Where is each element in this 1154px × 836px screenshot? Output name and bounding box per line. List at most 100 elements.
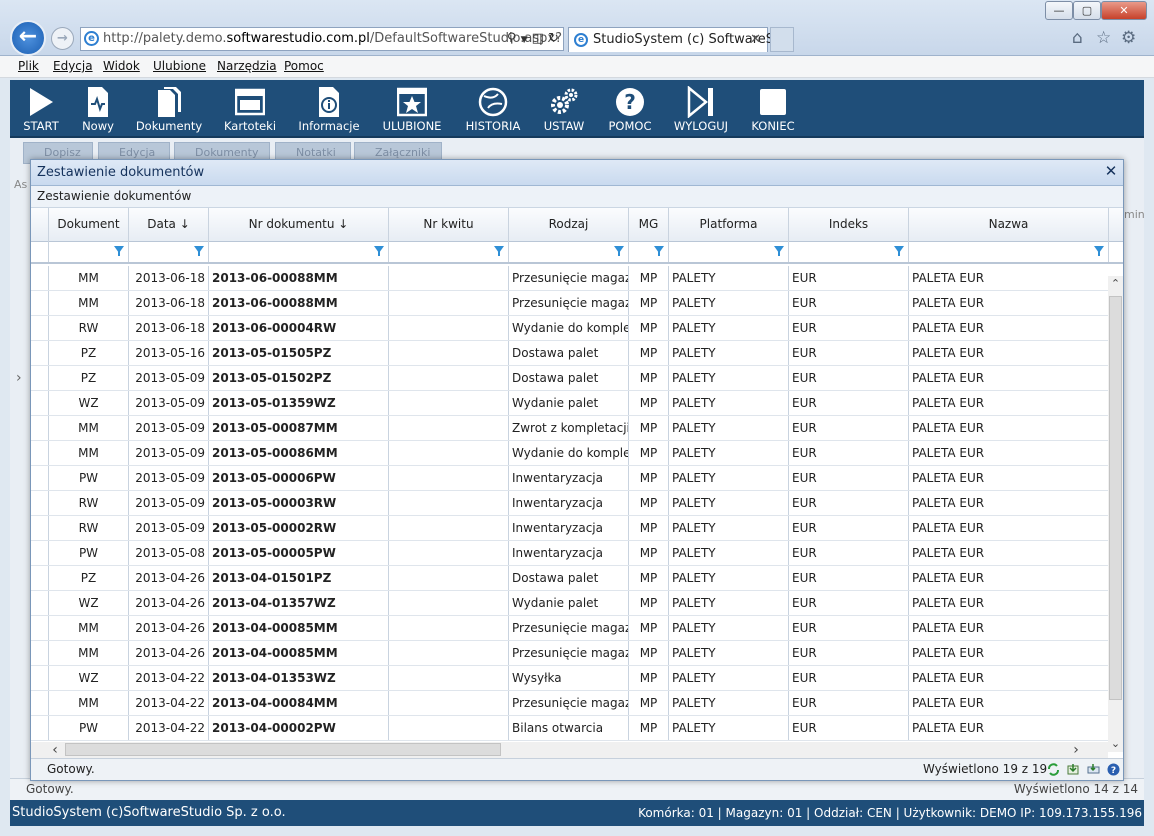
horizontal-scroll-thumb[interactable] xyxy=(65,743,501,756)
expand-arrow-icon[interactable]: › xyxy=(16,370,22,386)
table-row[interactable]: RW 2013-05-09 2013-05-00003RW Inwentaryzacj… xyxy=(31,491,1108,516)
table-row[interactable]: MM 2013-04-26 2013-04-00085MM Przesunięcie … xyxy=(31,641,1108,666)
scroll-up-icon[interactable]: ⌃ xyxy=(1108,276,1123,292)
row-indicator[interactable] xyxy=(31,716,49,740)
tab-close-icon[interactable]: ✕ xyxy=(750,28,761,52)
vertical-scrollbar[interactable]: ⌃ ⌄ xyxy=(1108,276,1123,752)
filter-cell-nazwa[interactable] xyxy=(909,242,1109,262)
table-row[interactable]: MM 2013-04-26 2013-04-00085MM Przesunięcie … xyxy=(31,616,1108,641)
minimize-button[interactable]: — xyxy=(1045,1,1073,20)
new-tab-button[interactable] xyxy=(770,27,794,52)
historia-button[interactable]: HISTORIA xyxy=(458,80,528,138)
column-header-platforma[interactable]: Platforma xyxy=(669,208,789,242)
filter-cell-nr-dokumentu[interactable] xyxy=(209,242,389,262)
filter-icon[interactable] xyxy=(374,246,384,256)
menu-edycja[interactable]: Edycja xyxy=(53,59,93,73)
table-row[interactable]: PW 2013-04-22 2013-04-00002PW Bilans otwarc… xyxy=(31,716,1108,741)
row-indicator[interactable] xyxy=(31,666,49,690)
filter-icon[interactable] xyxy=(194,246,204,256)
refresh-icon[interactable]: ↻ xyxy=(548,31,559,46)
table-row[interactable]: PZ 2013-04-26 2013-04-01501PZ Dostawa palet… xyxy=(31,566,1108,591)
scroll-right-icon[interactable]: › xyxy=(1068,742,1084,758)
table-row[interactable]: WZ 2013-05-09 2013-05-01359WZ Wydanie palet… xyxy=(31,391,1108,416)
row-indicator[interactable] xyxy=(31,566,49,590)
menu-ulubione[interactable]: Ulubione xyxy=(153,59,206,73)
home-icon[interactable]: ⌂ xyxy=(1072,28,1083,48)
column-header-data[interactable]: Data ↓ xyxy=(129,208,209,242)
filter-icon[interactable] xyxy=(894,246,904,256)
close-window-button[interactable]: ✕ xyxy=(1101,1,1147,20)
refresh-arrows-icon[interactable] xyxy=(1047,763,1060,776)
pomoc-button[interactable]: ? POMOC xyxy=(602,80,658,138)
new-button[interactable]: Nowy xyxy=(72,80,124,138)
row-indicator[interactable] xyxy=(31,516,49,540)
table-row[interactable]: MM 2013-05-09 2013-05-00086MM Wydanie do ko… xyxy=(31,441,1108,466)
table-row[interactable]: PW 2013-05-09 2013-05-00006PW Inwentaryzacj… xyxy=(31,466,1108,491)
search-icon[interactable]: ⚲ xyxy=(507,31,517,46)
menu-pomoc[interactable]: Pomoc xyxy=(284,59,324,73)
filter-icon[interactable] xyxy=(494,246,504,256)
filter-icon[interactable] xyxy=(114,246,124,256)
column-header-mg[interactable]: MG xyxy=(629,208,669,242)
address-tools[interactable]: ⚲ ▼ ◫ ↻ xyxy=(507,28,559,50)
row-indicator[interactable] xyxy=(31,441,49,465)
help-circle-icon[interactable]: ? xyxy=(1107,763,1120,776)
column-header-dokument[interactable]: Dokument xyxy=(49,208,129,242)
row-indicator[interactable] xyxy=(31,591,49,615)
column-header-nazwa[interactable]: Nazwa xyxy=(909,208,1109,242)
column-header-nr-dokumentu[interactable]: Nr dokumentu ↓ xyxy=(209,208,389,242)
row-indicator[interactable] xyxy=(31,466,49,490)
table-row[interactable]: RW 2013-05-09 2013-05-00002RW Inwentaryzacj… xyxy=(31,516,1108,541)
table-row[interactable]: WZ 2013-04-26 2013-04-01357WZ Wydanie palet… xyxy=(31,591,1108,616)
table-row[interactable]: PZ 2013-05-16 2013-05-01505PZ Dostawa palet… xyxy=(31,341,1108,366)
forward-button[interactable]: → xyxy=(51,27,74,50)
browser-tab[interactable]: e StudioSystem (c) SoftwareS... ✕ xyxy=(568,27,786,52)
row-indicator[interactable] xyxy=(31,341,49,365)
filter-cell-platforma[interactable] xyxy=(669,242,789,262)
row-indicator[interactable] xyxy=(31,416,49,440)
menu-narzedzia[interactable]: Narzędzia xyxy=(217,59,277,73)
address-bar[interactable]: e http://palety.demo.softwarestudio.com.… xyxy=(80,27,564,51)
menu-plik[interactable]: Plik xyxy=(18,59,39,73)
column-header-rodzaj[interactable]: Rodzaj xyxy=(509,208,629,242)
koniec-button[interactable]: KONIEC xyxy=(744,80,802,138)
export-icon[interactable] xyxy=(1067,763,1080,776)
row-indicator[interactable] xyxy=(31,291,49,315)
print-icon[interactable] xyxy=(1087,763,1100,776)
back-button[interactable]: ← xyxy=(10,20,46,56)
filter-icon[interactable] xyxy=(1094,246,1104,256)
filter-icon[interactable] xyxy=(774,246,784,256)
start-button[interactable]: START xyxy=(14,80,68,138)
filter-icon[interactable] xyxy=(654,246,664,256)
table-row[interactable]: PW 2013-05-08 2013-05-00005PW Inwentaryzacj… xyxy=(31,541,1108,566)
table-row[interactable]: MM 2013-05-09 2013-05-00087MM Zwrot z kompl… xyxy=(31,416,1108,441)
settings-gear-icon[interactable]: ⚙ xyxy=(1121,28,1136,48)
filter-cell-data[interactable] xyxy=(129,242,209,262)
ustaw-button[interactable]: USTAW xyxy=(536,80,592,138)
column-header-nr-kwitu[interactable]: Nr kwitu xyxy=(389,208,509,242)
maximize-button[interactable]: ▢ xyxy=(1073,1,1101,20)
filter-cell-indeks[interactable] xyxy=(789,242,909,262)
column-header-indeks[interactable]: Indeks xyxy=(789,208,909,242)
dropdown-icon[interactable]: ▼ xyxy=(521,35,528,45)
table-row[interactable]: MM 2013-06-18 2013-06-00088MM Przesunięcie … xyxy=(31,266,1108,291)
row-indicator[interactable] xyxy=(31,366,49,390)
table-row[interactable]: RW 2013-06-18 2013-06-00004RW Wydanie do ko… xyxy=(31,316,1108,341)
filter-cell-mg[interactable] xyxy=(629,242,669,262)
filter-cell-rodzaj[interactable] xyxy=(509,242,629,262)
dialog-close-icon[interactable]: ✕ xyxy=(1102,163,1120,181)
row-indicator[interactable] xyxy=(31,616,49,640)
row-indicator[interactable] xyxy=(31,391,49,415)
table-row[interactable]: MM 2013-06-18 2013-06-00088MM Przesunięcie … xyxy=(31,291,1108,316)
row-indicator[interactable] xyxy=(31,266,49,290)
row-indicator[interactable] xyxy=(31,541,49,565)
informacje-button[interactable]: Informacje xyxy=(294,80,364,138)
scroll-left-icon[interactable]: ‹ xyxy=(47,742,63,758)
horizontal-scrollbar[interactable]: ‹ › xyxy=(31,742,1108,758)
ulubione-button[interactable]: ULUBIONE xyxy=(378,80,446,138)
filter-cell-dokument[interactable] xyxy=(49,242,129,262)
row-indicator[interactable] xyxy=(31,316,49,340)
menu-widok[interactable]: Widok xyxy=(103,59,140,73)
table-row[interactable]: MM 2013-04-22 2013-04-00084MM Przesunięcie … xyxy=(31,691,1108,716)
table-row[interactable]: PZ 2013-05-09 2013-05-01502PZ Dostawa palet… xyxy=(31,366,1108,391)
